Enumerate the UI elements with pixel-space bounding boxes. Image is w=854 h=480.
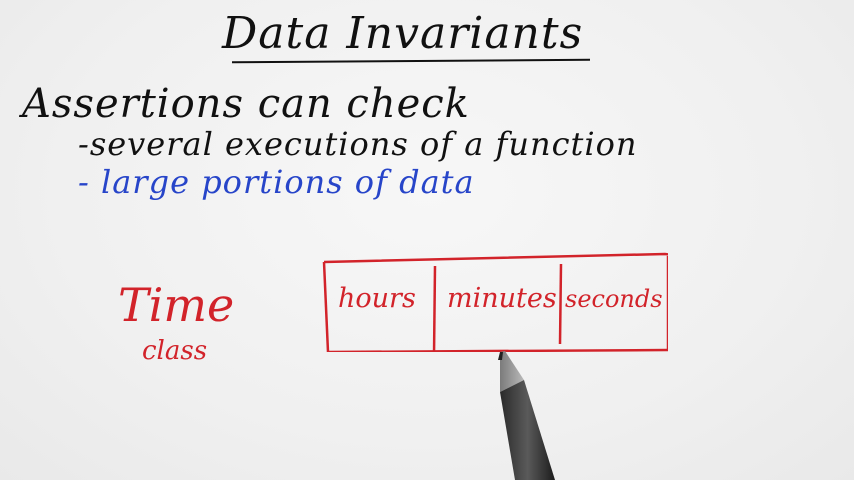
whiteboard: Data Invariants Assertions can check -se… (0, 0, 854, 480)
pencil-icon (498, 351, 555, 480)
